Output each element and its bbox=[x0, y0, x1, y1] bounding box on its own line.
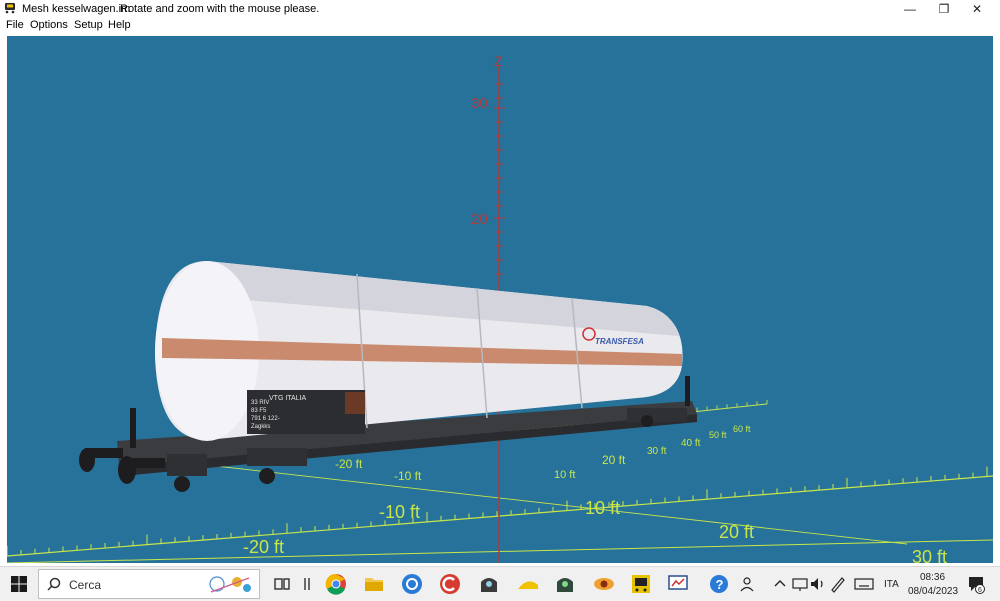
menu-help[interactable]: Help bbox=[108, 19, 131, 31]
task-view-icon[interactable] bbox=[270, 572, 294, 596]
yellow-app-icon[interactable] bbox=[516, 572, 540, 596]
mesh-viewer-icon[interactable] bbox=[629, 572, 653, 596]
keyboard-icon[interactable] bbox=[852, 572, 876, 596]
notification-icon[interactable]: 6 bbox=[964, 572, 988, 596]
search-placeholder: Cerca bbox=[69, 578, 102, 592]
widgets-icon[interactable] bbox=[295, 572, 319, 596]
title-bar: Mesh kesselwagen.im Rotate and zoom with… bbox=[0, 0, 1000, 18]
clock-date[interactable]: 08/04/2023 bbox=[908, 586, 958, 597]
clock-time[interactable]: 08:36 bbox=[920, 572, 945, 583]
svg-text:VTG ITALIA: VTG ITALIA bbox=[269, 395, 307, 402]
svg-text:83 F5: 83 F5 bbox=[251, 408, 267, 414]
far-label-neg20: -20 ft bbox=[335, 457, 363, 471]
search-highlight-icon bbox=[209, 576, 251, 593]
file-explorer-icon[interactable] bbox=[362, 572, 386, 596]
ground-axis-cross bbox=[126, 455, 908, 545]
svg-text:791 6 122-: 791 6 122- bbox=[251, 416, 280, 422]
z-tick-20: 20 bbox=[471, 211, 488, 228]
taskbar-search-box[interactable]: Cerca bbox=[38, 569, 260, 599]
menu-file[interactable]: File bbox=[6, 19, 24, 31]
far-label-20: 20 ft bbox=[602, 453, 626, 467]
ccleaner-icon[interactable] bbox=[438, 572, 462, 596]
app-icon bbox=[5, 3, 15, 14]
menu-options[interactable]: Options bbox=[30, 19, 68, 31]
presentation-app-icon[interactable] bbox=[666, 572, 690, 596]
svg-text:?: ? bbox=[716, 577, 724, 592]
menu-setup[interactable]: Setup bbox=[74, 19, 103, 31]
search-icon bbox=[47, 577, 61, 591]
help-icon[interactable]: ? bbox=[707, 572, 731, 596]
near-label-30: 30 ft bbox=[912, 547, 947, 563]
svg-text:6: 6 bbox=[978, 587, 982, 594]
near-label-neg10: -10 ft bbox=[379, 502, 420, 522]
close-button[interactable]: ✕ bbox=[954, 0, 1000, 18]
near-label-10: 10 ft bbox=[585, 498, 620, 518]
trainz-green-icon[interactable] bbox=[553, 572, 577, 596]
ground-axis-near bbox=[7, 475, 993, 557]
trainz-icon[interactable] bbox=[477, 572, 501, 596]
pen-icon[interactable] bbox=[826, 572, 850, 596]
window-hint: Rotate and zoom with the mouse please. bbox=[120, 3, 320, 15]
wagon-brand: TRANSFESA bbox=[595, 337, 644, 346]
taskbar: Cerca ? ITA 08:36 08/04/2023 6 bbox=[0, 566, 1000, 601]
svg-text:Zagkks: Zagkks bbox=[251, 424, 270, 430]
far-label-60: 60 ft bbox=[733, 424, 751, 434]
eye-app-icon[interactable] bbox=[592, 572, 616, 596]
far-label-40: 40 ft bbox=[681, 438, 701, 449]
near-label-neg20: -20 ft bbox=[243, 537, 284, 557]
scene-canvas[interactable]: Z 30 20 TRANSFESA VTG ITALIA 33 RIV 83 F… bbox=[7, 36, 993, 563]
z-axis-label: Z bbox=[494, 53, 503, 69]
menu-bar: File Options Setup Help bbox=[0, 18, 1000, 34]
z-tick-30: 30 bbox=[471, 95, 488, 112]
chrome-icon[interactable] bbox=[324, 572, 348, 596]
near-label-20: 20 ft bbox=[719, 522, 754, 542]
svg-text:33 RIV: 33 RIV bbox=[251, 400, 269, 406]
far-label-30: 30 ft bbox=[647, 446, 667, 457]
language-indicator[interactable]: ITA bbox=[884, 579, 899, 590]
3d-viewport[interactable]: Z 30 20 TRANSFESA VTG ITALIA 33 RIV 83 F… bbox=[7, 36, 993, 563]
near-center-label: 10 ft bbox=[554, 469, 575, 481]
far-label-neg10: -10 ft bbox=[394, 469, 422, 483]
wagon-data-plate: VTG ITALIA 33 RIV 83 F5 791 6 122- Zagkk… bbox=[247, 390, 365, 434]
windows-start-icon[interactable] bbox=[7, 572, 31, 596]
window-title: Mesh kesselwagen.im bbox=[22, 3, 131, 15]
people-icon[interactable] bbox=[738, 572, 762, 596]
browser-blue-icon[interactable] bbox=[400, 572, 424, 596]
far-label-50: 50 ft bbox=[709, 430, 727, 440]
